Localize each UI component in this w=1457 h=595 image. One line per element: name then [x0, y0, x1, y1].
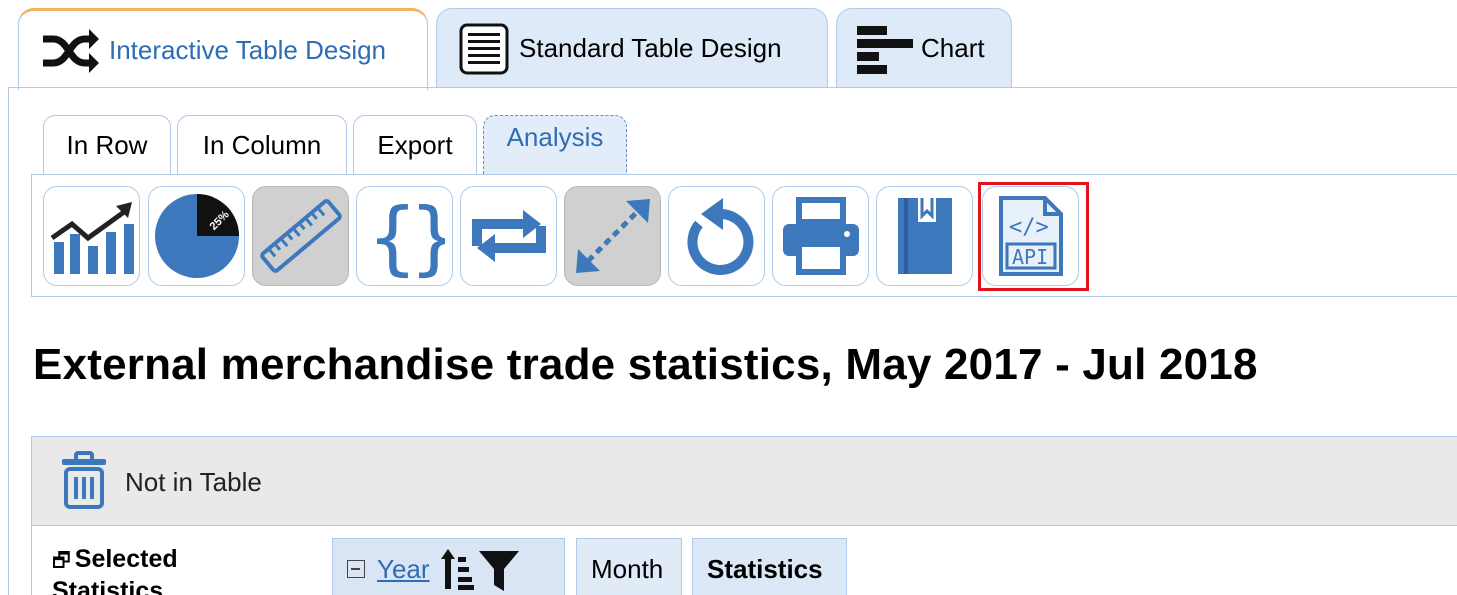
- tab-divider: [8, 87, 1457, 88]
- tab-in-column[interactable]: In Column: [177, 115, 347, 175]
- trash-icon: [58, 451, 110, 516]
- api-text: API: [1012, 245, 1048, 269]
- book-button[interactable]: [876, 186, 973, 286]
- undo-button[interactable]: [668, 186, 765, 286]
- swap-arrows-button[interactable]: [460, 186, 557, 286]
- filter-icon[interactable]: [478, 547, 520, 591]
- ruler-icon: [256, 191, 346, 281]
- bar-chart-icon: [857, 23, 913, 75]
- curly-braces-button[interactable]: { }: [356, 186, 453, 286]
- not-in-table-dropzone[interactable]: Not in Table: [31, 436, 1457, 526]
- main-tab-bar: Interactive Table Design Standard Table …: [18, 8, 1012, 90]
- panel-border: [8, 87, 9, 595]
- dimension-month[interactable]: Month: [576, 538, 682, 595]
- shuffle-icon: [39, 25, 101, 77]
- tab-label: Interactive Table Design: [109, 35, 387, 65]
- printer-icon: [779, 196, 863, 276]
- sort-ascending-icon[interactable]: [440, 547, 474, 591]
- pie-chart-icon: 25%: [152, 191, 242, 281]
- tab-standard-table-design[interactable]: Standard Table Design: [436, 8, 828, 88]
- tab-label: Chart: [921, 33, 985, 63]
- print-button[interactable]: [772, 186, 869, 286]
- swap-arrows-icon: [471, 206, 547, 266]
- tab-in-row[interactable]: In Row: [43, 115, 171, 175]
- row-dimensions-area: 🗗 Selected Statistics Year Month Statisti…: [31, 526, 1457, 595]
- trend-chart-button[interactable]: [43, 186, 140, 286]
- book-icon: [890, 194, 960, 278]
- year-link[interactable]: Year: [377, 554, 430, 585]
- api-button[interactable]: </> API: [982, 186, 1079, 286]
- window-restore-icon[interactable]: 🗗: [52, 550, 71, 572]
- ruler-button[interactable]: [252, 186, 349, 286]
- diagonal-resize-icon: [570, 193, 656, 279]
- trend-chart-icon: [48, 194, 136, 278]
- curly-braces-icon: { }: [365, 191, 445, 281]
- tab-interactive-table-design[interactable]: Interactive Table Design: [18, 8, 428, 90]
- table-list-icon: [457, 22, 511, 76]
- not-in-table-label: Not in Table: [125, 467, 262, 497]
- tab-export[interactable]: Export: [353, 115, 477, 175]
- diagonal-resize-button[interactable]: [564, 186, 661, 286]
- tab-label: Standard Table Design: [519, 33, 782, 63]
- dimension-year[interactable]: Year: [332, 538, 565, 595]
- tab-chart[interactable]: Chart: [836, 8, 1012, 88]
- pie-chart-button[interactable]: 25%: [148, 186, 245, 286]
- undo-icon: [677, 194, 757, 278]
- svg-text:}: }: [409, 191, 445, 281]
- page-title: External merchandise trade statistics, M…: [33, 340, 1258, 389]
- dimension-statistics[interactable]: Statistics: [692, 538, 847, 595]
- analysis-toolbar: 25% {</> API: [31, 174, 1457, 297]
- api-icon: </> API: [995, 194, 1067, 278]
- svg-text:</>: </>: [1009, 215, 1049, 240]
- selected-statistics-label: 🗗 Selected Statistics: [52, 544, 252, 595]
- sub-tab-bar: In Row In Column Export Analysis: [43, 115, 627, 175]
- tab-analysis[interactable]: Analysis: [483, 115, 627, 175]
- collapse-icon[interactable]: [347, 560, 365, 578]
